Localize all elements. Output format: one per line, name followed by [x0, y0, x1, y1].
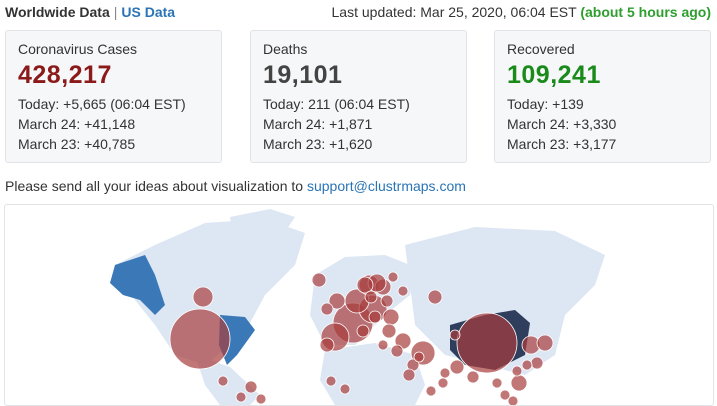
- cases-card: Coronavirus Cases 428,217 Today: +5,665 …: [5, 30, 222, 163]
- bubble-luxembourg[interactable]: [356, 324, 370, 338]
- recovered-mar23: March 23: +3,177: [507, 136, 617, 152]
- bubble-saudi[interactable]: [425, 385, 437, 397]
- last-updated-text: Last updated: Mar 25, 2020, 06:04 EST: [331, 4, 577, 20]
- bubble-russia[interactable]: [427, 289, 443, 305]
- deaths-today: Today: 211 (06:04 EST): [263, 96, 410, 112]
- recovered-mar24: March 24: +3,330: [507, 116, 617, 132]
- bubble-canada[interactable]: [192, 286, 214, 308]
- bubble-vietnam[interactable]: [491, 377, 503, 389]
- bubble-egypt[interactable]: [402, 368, 416, 382]
- cases-label: Coronavirus Cases: [18, 41, 138, 57]
- cases-mar23: March 23: +40,785: [18, 136, 136, 152]
- bubble-thailand[interactable]: [466, 370, 480, 384]
- world-map-svg[interactable]: [5, 205, 713, 405]
- bubble-hong-kong[interactable]: [511, 365, 523, 377]
- deaths-mar23: March 23: +1,620: [263, 136, 373, 152]
- nav-separator: |: [113, 4, 118, 20]
- bubble-estonia[interactable]: [397, 285, 409, 297]
- bubble-ireland[interactable]: [320, 302, 334, 316]
- cases-total: 428,217: [18, 61, 112, 89]
- cases-today: Today: +5,665 (06:04 EST): [18, 96, 186, 112]
- bubble-poland[interactable]: [380, 294, 394, 308]
- bubble-malaysia[interactable]: [510, 374, 528, 392]
- bubble-usa[interactable]: [169, 308, 231, 370]
- bubble-colombia[interactable]: [255, 393, 267, 405]
- support-email-link[interactable]: support@clustrmaps.com: [307, 178, 466, 194]
- bubble-algeria[interactable]: [339, 383, 351, 395]
- deaths-mar24: March 24: +1,871: [263, 116, 373, 132]
- data-nav: Worldwide Data | US Data: [5, 4, 175, 20]
- bubble-brazil[interactable]: [244, 380, 258, 394]
- deaths-card: Deaths 19,101 Today: 211 (06:04 EST) Mar…: [250, 30, 467, 163]
- feedback-text: Please send all your ideas about visuali…: [5, 178, 307, 194]
- bubble-iraq[interactable]: [413, 351, 425, 363]
- cases-mar24: March 24: +41,148: [18, 116, 136, 132]
- bubble-morocco[interactable]: [325, 375, 337, 387]
- bubble-philippines[interactable]: [530, 356, 544, 370]
- feedback-message: Please send all your ideas about visuali…: [5, 178, 466, 194]
- top-bar: Worldwide Data | US Data Last updated: Mar…: [0, 0, 717, 26]
- updated-ago: (about 5 hours ago): [580, 4, 711, 20]
- world-map[interactable]: [4, 204, 714, 406]
- bubble-hungary[interactable]: [377, 339, 389, 351]
- bubble-japan[interactable]: [536, 334, 554, 352]
- bubble-mexico[interactable]: [217, 375, 229, 387]
- bubble-sweden[interactable]: [356, 276, 374, 294]
- recovered-total: 109,241: [507, 61, 601, 89]
- bubble-iceland[interactable]: [311, 272, 327, 288]
- recovered-card: Recovered 109,241 Today: +139 March 24: …: [494, 30, 711, 163]
- bubble-greece[interactable]: [390, 344, 404, 358]
- recovered-today: Today: +139: [507, 96, 584, 112]
- bubble-czech[interactable]: [368, 310, 382, 324]
- bubble-finland[interactable]: [387, 271, 399, 283]
- deaths-label: Deaths: [263, 41, 308, 57]
- us-data-link[interactable]: US Data: [121, 4, 175, 20]
- bubble-china[interactable]: [456, 312, 518, 374]
- worldwide-data-tab[interactable]: Worldwide Data: [5, 4, 110, 20]
- last-updated: Last updated: Mar 25, 2020, 06:04 EST (a…: [332, 4, 711, 20]
- bubble-india[interactable]: [449, 359, 465, 375]
- bubble-indonesia[interactable]: [507, 395, 519, 405]
- bubble-taiwan[interactable]: [521, 359, 533, 371]
- bubble-portugal[interactable]: [319, 337, 335, 353]
- bubble-chile[interactable]: [235, 391, 247, 403]
- deaths-total: 19,101: [263, 61, 343, 89]
- bubble-kazakhstan[interactable]: [449, 329, 461, 341]
- bubble-uae[interactable]: [437, 377, 449, 389]
- bubble-pakistan[interactable]: [439, 367, 451, 379]
- bubble-austria[interactable]: [381, 323, 397, 339]
- bubble-denmark[interactable]: [364, 290, 378, 304]
- recovered-label: Recovered: [507, 41, 575, 57]
- bubble-belgium[interactable]: [382, 308, 400, 326]
